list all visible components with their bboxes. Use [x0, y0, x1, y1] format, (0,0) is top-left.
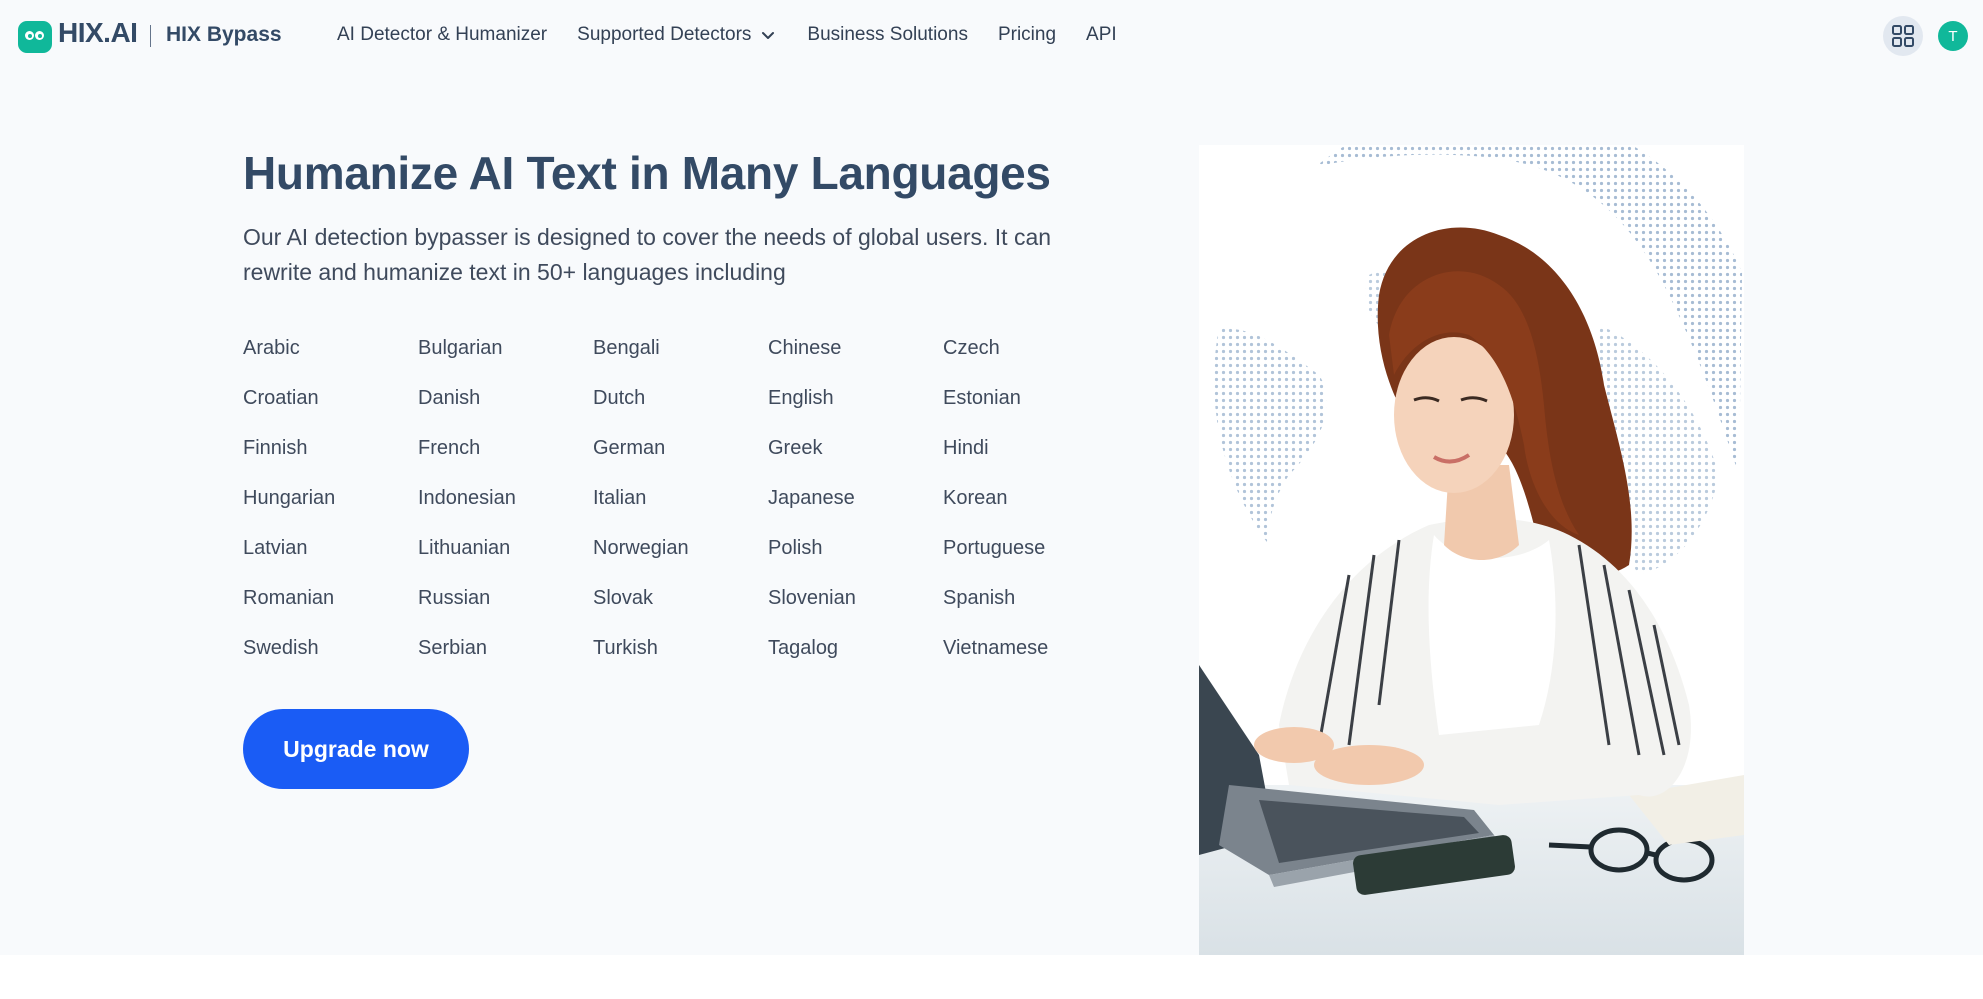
main-nav: AI Detector & Humanizer Supported Detect… — [337, 24, 1147, 46]
language-item: Italian — [593, 487, 647, 509]
language-item: Portuguese — [943, 537, 1046, 559]
apps-menu-button[interactable] — [1883, 16, 1923, 56]
hero-illustration — [1199, 145, 1744, 955]
language-item: Hungarian — [243, 487, 336, 509]
page-title: Humanize AI Text in Many Languages — [243, 147, 1051, 199]
language-item: Indonesian — [418, 487, 516, 509]
language-item: French — [418, 437, 481, 459]
language-item: Serbian — [418, 637, 487, 659]
chevron-down-icon — [762, 32, 775, 39]
language-item: Bulgarian — [418, 337, 503, 359]
language-list: Arabic Bulgarian Bengali Chinese Czech Croati… — [243, 337, 1118, 687]
upgrade-now-button[interactable]: Upgrade now — [243, 709, 469, 789]
nav-label: Business Solutions — [807, 24, 968, 45]
nav-ai-detector-humanizer[interactable]: AI Detector & Humanizer — [337, 24, 547, 46]
language-item: Vietnamese — [943, 637, 1049, 659]
language-item: Norwegian — [593, 537, 689, 559]
language-item: Slovak — [593, 587, 654, 609]
language-item: German — [593, 437, 666, 459]
language-item: Finnish — [243, 437, 308, 459]
logo-text[interactable]: HIX.AI — [58, 17, 138, 49]
language-item: Latvian — [243, 537, 308, 559]
nav-api[interactable]: API — [1086, 24, 1117, 46]
language-item: Spanish — [943, 587, 1016, 609]
page-description: Our AI detection bypasser is designed to… — [243, 224, 1052, 285]
hero-image — [1199, 145, 1744, 955]
language-item: Greek — [768, 437, 823, 459]
logo-icon[interactable] — [18, 21, 52, 53]
user-avatar[interactable]: T — [1938, 21, 1968, 51]
language-item: Dutch — [593, 387, 646, 409]
apps-grid-icon — [1892, 25, 1914, 47]
woman-figure — [1254, 227, 1691, 805]
nav-label: AI Detector & Humanizer — [337, 24, 548, 45]
language-item: Estonian — [943, 387, 1021, 409]
language-item: Swedish — [243, 637, 319, 659]
product-name[interactable]: HIX Bypass — [166, 23, 282, 47]
language-item: Tagalog — [768, 637, 839, 659]
language-item: Japanese — [768, 487, 855, 509]
language-item: Slovenian — [768, 587, 856, 609]
nav-label: Supported Detectors — [577, 24, 752, 45]
language-item: English — [768, 387, 834, 409]
nav-business-solutions[interactable]: Business Solutions — [807, 24, 968, 46]
logo-divider — [150, 25, 151, 47]
language-item: Danish — [418, 387, 481, 409]
language-item: Croatian — [243, 387, 319, 409]
nav-pricing[interactable]: Pricing — [998, 24, 1056, 46]
language-item: Lithuanian — [418, 537, 511, 559]
language-item: Chinese — [768, 337, 842, 359]
language-item: Arabic — [243, 337, 300, 359]
language-item: Hindi — [943, 437, 989, 459]
language-item: Romanian — [243, 587, 335, 609]
top-navigation: HIX.AI HIX Bypass AI Detector & Humanize… — [0, 0, 1983, 72]
nav-label: Pricing — [997, 24, 1057, 45]
language-item: Bengali — [593, 337, 660, 359]
language-item: Turkish — [593, 637, 658, 659]
nav-label: API — [1086, 24, 1117, 45]
language-item: Polish — [768, 537, 823, 559]
language-item: Korean — [943, 487, 1008, 509]
language-item: Russian — [418, 587, 491, 609]
language-item: Czech — [943, 337, 1000, 359]
nav-supported-detectors[interactable]: Supported Detectors — [577, 24, 777, 46]
